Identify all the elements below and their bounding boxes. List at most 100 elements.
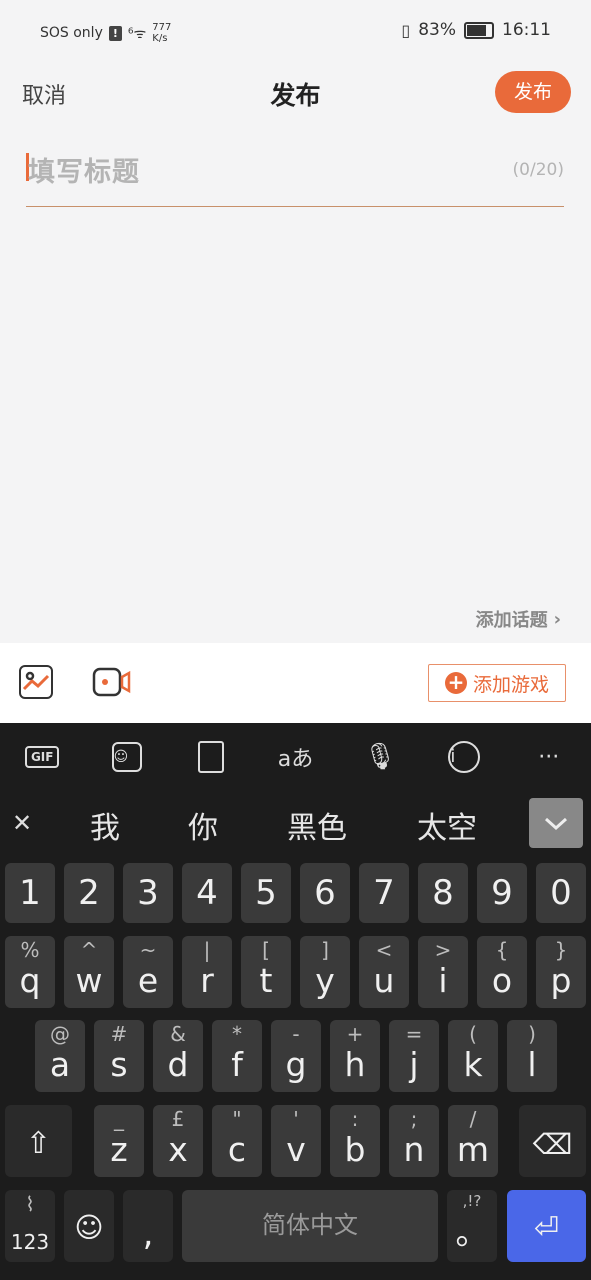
key-secondary-label: %: [20, 938, 40, 962]
chevron-right-icon: ›: [553, 608, 561, 630]
more-icon[interactable]: ···: [507, 723, 591, 791]
symbols-key[interactable]: ⌇ 123: [5, 1190, 55, 1262]
key-secondary-label: *: [232, 1022, 242, 1046]
key-label: 4: [196, 873, 218, 913]
key-i[interactable]: > i: [418, 936, 468, 1008]
emoji-key[interactable]: ☺: [64, 1190, 114, 1262]
clipboard-icon[interactable]: [169, 723, 253, 791]
key-label: 简体中文: [262, 1211, 358, 1239]
backspace-key[interactable]: ⌫: [519, 1105, 586, 1177]
key-j[interactable]: = j: [389, 1020, 439, 1092]
key-secondary-label: }: [554, 938, 568, 962]
key-label: a: [49, 1045, 71, 1084]
status-bar: SOS only ! ⁶ᯤ 777 K/s ▯ 83% 16:11: [0, 0, 591, 64]
key-c[interactable]: " c: [212, 1105, 262, 1177]
key-secondary-label: {: [495, 938, 509, 962]
key-secondary-label: ': [293, 1107, 299, 1131]
key-label: c: [227, 1130, 247, 1169]
key-1[interactable]: 1: [5, 863, 55, 923]
key-x[interactable]: £ x: [153, 1105, 203, 1177]
key-label: j: [409, 1045, 419, 1084]
info-icon[interactable]: i: [422, 723, 506, 791]
network-speed: 777 K/s: [152, 22, 171, 44]
keyboard-toolbar: GIF ☺ aあ 🎙︎ i ···: [0, 723, 591, 791]
candidate-1[interactable]: 我: [90, 803, 120, 847]
translate-icon[interactable]: aあ: [253, 723, 337, 791]
key-u[interactable]: < u: [359, 936, 409, 1008]
key-label: 5: [255, 873, 277, 913]
space-key[interactable]: 简体中文: [182, 1190, 438, 1262]
key-s[interactable]: # s: [94, 1020, 144, 1092]
key-8[interactable]: 8: [418, 863, 468, 923]
key-v[interactable]: ' v: [271, 1105, 321, 1177]
add-game-label: 添加游戏: [472, 673, 549, 696]
key-3[interactable]: 3: [123, 863, 173, 923]
publish-button[interactable]: 发布: [495, 71, 571, 113]
candidate-2[interactable]: 你: [188, 803, 218, 847]
key-k[interactable]: (k: [448, 1020, 498, 1092]
key-secondary-label: ^: [80, 938, 98, 962]
key-t[interactable]: [t: [241, 936, 291, 1008]
add-game-button[interactable]: + 添加游戏: [428, 664, 566, 702]
key-label: y: [315, 961, 335, 1000]
expand-candidates-button[interactable]: [529, 798, 583, 848]
candidate-4[interactable]: 太空: [417, 803, 477, 847]
key-o[interactable]: {o: [477, 936, 527, 1008]
key-label: e: [137, 961, 159, 1000]
key-secondary-label: ~: [139, 938, 157, 962]
key-9[interactable]: 9: [477, 863, 527, 923]
key-label: 1: [19, 873, 41, 913]
key-n[interactable]: ; n: [389, 1105, 439, 1177]
key-g[interactable]: -g: [271, 1020, 321, 1092]
key-label: l: [527, 1045, 537, 1084]
key-label: 8: [432, 873, 454, 913]
key-f[interactable]: * f: [212, 1020, 262, 1092]
microphone-icon[interactable]: 🎙︎: [338, 723, 422, 791]
key-secondary-label: ;: [410, 1107, 418, 1131]
key-m[interactable]: / m: [448, 1105, 498, 1177]
key-h[interactable]: + h: [330, 1020, 380, 1092]
plus-circle-icon: +: [444, 672, 467, 694]
key-label: v: [286, 1130, 306, 1169]
key-2[interactable]: 2: [64, 863, 114, 923]
key-label: ,: [142, 1214, 154, 1254]
speed-unit: K/s: [152, 33, 168, 44]
candidate-3[interactable]: 黑色: [287, 803, 347, 847]
add-topic-label: 添加话题: [475, 610, 548, 631]
status-left: SOS only ! ⁶ᯤ 777 K/s: [40, 22, 171, 44]
key-q[interactable]: % q: [5, 936, 55, 1008]
key-4[interactable]: 4: [182, 863, 232, 923]
punctuation-key[interactable]: ,!?。: [447, 1190, 497, 1262]
gif-icon[interactable]: GIF: [0, 723, 84, 791]
key-secondary-label: ): [528, 1022, 536, 1046]
key-z[interactable]: _ z: [94, 1105, 144, 1177]
key-label: g: [285, 1045, 307, 1084]
shift-key[interactable]: ⇧: [5, 1105, 72, 1177]
key-5[interactable]: 5: [241, 863, 291, 923]
key-e[interactable]: ~ e: [123, 936, 173, 1008]
carrier-text: SOS only: [40, 25, 103, 41]
speed-value: 777: [152, 22, 172, 33]
key-y[interactable]: ] y: [300, 936, 350, 1008]
video-icon[interactable]: [92, 666, 132, 702]
key-label: 6: [314, 873, 336, 913]
key-7[interactable]: 7: [359, 863, 409, 923]
title-input[interactable]: 填写标题 (0/20): [26, 140, 564, 207]
key-b[interactable]: :b: [330, 1105, 380, 1177]
enter-key[interactable]: ⏎: [507, 1190, 586, 1262]
comma-key[interactable]: ,: [123, 1190, 173, 1262]
close-candidates-icon[interactable]: ✕: [12, 809, 32, 837]
key-p[interactable]: } p: [536, 936, 586, 1008]
sticker-icon[interactable]: ☺: [84, 723, 168, 791]
key-w[interactable]: ^ w: [64, 936, 114, 1008]
key-label: w: [75, 961, 103, 1000]
key-d[interactable]: & d: [153, 1020, 203, 1092]
key-0[interactable]: 0: [536, 863, 586, 923]
clock: 16:11: [502, 20, 551, 40]
key-l[interactable]: ) l: [507, 1020, 557, 1092]
image-icon[interactable]: [19, 665, 53, 699]
key-6[interactable]: 6: [300, 863, 350, 923]
key-r[interactable]: | r: [182, 936, 232, 1008]
key-a[interactable]: @ a: [35, 1020, 85, 1092]
add-topic-link[interactable]: 添加话题 ›: [476, 606, 561, 632]
